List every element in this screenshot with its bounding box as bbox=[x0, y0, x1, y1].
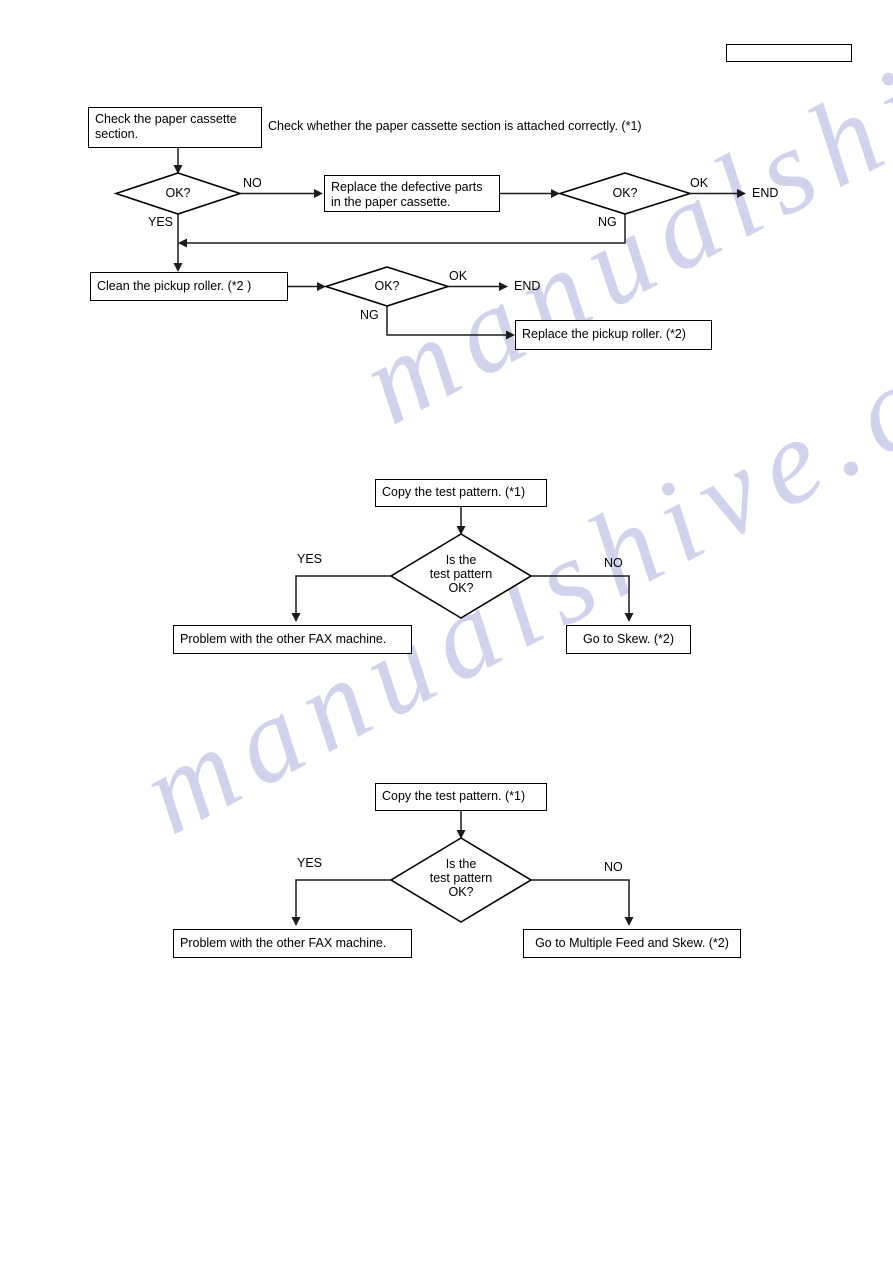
fc1-edge-label-ng-1: NG bbox=[598, 215, 617, 229]
fc3-edge-label-no: NO bbox=[604, 860, 623, 874]
fc1-edge-label-yes: YES bbox=[148, 215, 174, 229]
fc3-yes-result-box: Problem with the other FAX machine. bbox=[173, 929, 412, 958]
fc1-replace-roller-box: Replace the pickup roller. (*2) bbox=[515, 320, 712, 350]
fc1-end-1: END bbox=[752, 186, 779, 200]
fc1-clean-roller-box: Clean the pickup roller. (*2 ) bbox=[90, 272, 288, 301]
fc1-replace-parts-box: Replace the defective parts in the paper… bbox=[324, 175, 500, 212]
fc1-annotation: Check whether the paper cassette section… bbox=[268, 119, 642, 133]
fc2-decision-label: Is the test pattern OK? bbox=[429, 553, 493, 595]
page-header-box bbox=[726, 44, 852, 62]
fc3-decision-label: Is the test pattern OK? bbox=[429, 857, 493, 899]
fc1-edge-label-ok-1: OK bbox=[690, 176, 709, 190]
fc1-end-2: END bbox=[514, 279, 541, 293]
fc1-decision-2-label: OK? bbox=[612, 186, 638, 200]
fc2-no-result-box: Go to Skew. (*2) bbox=[566, 625, 691, 654]
fc3-start-box: Copy the test pattern. (*1) bbox=[375, 783, 547, 811]
fc1-edge-label-no: NO bbox=[243, 176, 262, 190]
fc2-start-box: Copy the test pattern. (*1) bbox=[375, 479, 547, 507]
fc3-edge-label-yes: YES bbox=[297, 856, 323, 870]
fc2-edge-label-no: NO bbox=[604, 556, 623, 570]
fc1-decision-1-label: OK? bbox=[165, 186, 191, 200]
fc2-edge-label-yes: YES bbox=[297, 552, 323, 566]
fc1-edge-label-ok-2: OK bbox=[449, 269, 468, 283]
fc2-yes-result-box: Problem with the other FAX machine. bbox=[173, 625, 412, 654]
fc1-decision-3-label: OK? bbox=[374, 279, 400, 293]
document-page: manualshive.com manualshive.com Check th… bbox=[0, 0, 893, 1263]
fc1-start-box: Check the paper cassette section. bbox=[88, 107, 262, 148]
fc1-edge-label-ng-2: NG bbox=[360, 308, 379, 322]
fc3-no-result-box: Go to Multiple Feed and Skew. (*2) bbox=[523, 929, 741, 958]
